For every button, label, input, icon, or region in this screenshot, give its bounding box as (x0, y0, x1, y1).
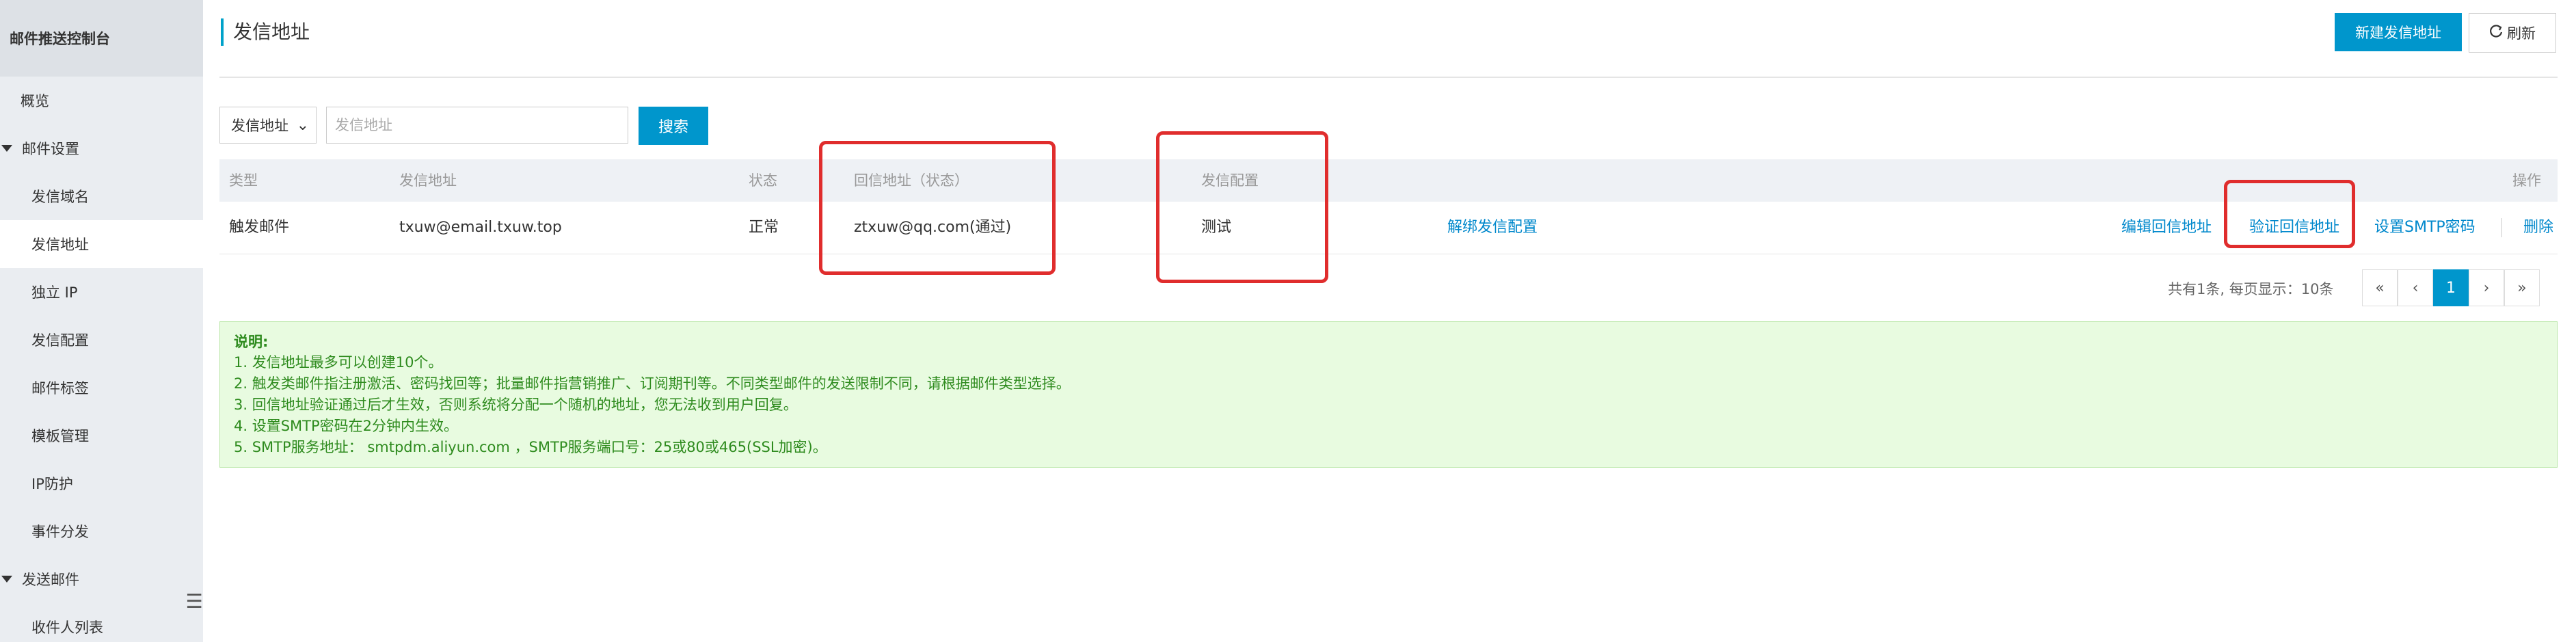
table-row: 触发邮件 txuw@email.txuw.top 正常 ztxuw@qq.com… (219, 202, 2558, 254)
search-field-select[interactable]: 发信地址 ⌄ (219, 107, 317, 144)
sidebar-item-label: 独立 IP (31, 284, 78, 301)
sidebar-group-send-mail[interactable]: 发送邮件 (0, 555, 203, 603)
sidebar-item-recipient-list[interactable]: 收件人列表 (0, 603, 203, 642)
console-title: 邮件推送控制台 (0, 0, 203, 77)
sidebar-item-templates[interactable]: 模板管理 (0, 412, 203, 459)
search-button[interactable]: 搜索 (639, 107, 708, 145)
notice-line: 5. SMTP服务地址： smtpdm.aliyun.com ，SMTP服务端口… (234, 439, 827, 455)
sidebar-item-label: 概览 (21, 93, 49, 109)
sidebar-item-dedicated-ip[interactable]: 独立 IP (0, 268, 203, 316)
sidebar-item-send-config[interactable]: 发信配置 (0, 316, 203, 364)
sidebar-item-label: 模板管理 (31, 428, 89, 444)
list-collapse-icon[interactable]: ☰ (185, 589, 203, 614)
caret-down-icon (1, 145, 12, 152)
column-status: 状态 (749, 172, 777, 189)
first-page-button[interactable]: « (2362, 269, 2398, 306)
page-title: 发信地址 (221, 18, 310, 46)
cell-type: 触发邮件 (229, 219, 290, 236)
column-actions: 操作 (2512, 172, 2541, 189)
edit-reply-address-link[interactable]: 编辑回信地址 (2121, 202, 2212, 254)
notice-box: 说明: 1. 发信地址最多可以创建10个。 2. 触发类邮件指注册激活、密码找回… (219, 321, 2558, 468)
set-smtp-password-link[interactable]: 设置SMTP密码 (2374, 202, 2476, 254)
page-1-button[interactable]: 1 (2433, 269, 2469, 306)
sidebar-item-label: IP防护 (31, 476, 73, 492)
annotation-box-reply-address (819, 141, 1056, 275)
notice-line: 3. 回信地址验证通过后才生效，否则系统将分配一个随机的地址，您无法收到用户回复… (234, 397, 798, 413)
header-divider (219, 77, 2558, 78)
unbind-config-link[interactable]: 解绑发信配置 (1447, 202, 1538, 254)
sidebar-item-label: 发信配置 (31, 332, 89, 349)
sidebar-item-label: 发送邮件 (22, 572, 79, 588)
sidebar-item-ip-protection[interactable]: IP防护 (0, 459, 203, 507)
search-input[interactable] (326, 107, 628, 144)
sidebar-item-sender-domain[interactable]: 发信域名 (0, 172, 203, 220)
new-sender-address-button[interactable]: 新建发信地址 (2335, 13, 2462, 51)
main-content: 发信地址 新建发信地址 刷新 发信地址 ⌄ 搜索 类型 发信地址 状态 回信地址… (203, 0, 2576, 642)
action-separator (2501, 218, 2502, 237)
sidebar-item-label: 邮件标签 (31, 380, 89, 397)
sidebar-item-label: 发信地址 (31, 237, 89, 253)
refresh-button[interactable]: 刷新 (2469, 13, 2556, 53)
sidebar-item-label: 事件分发 (31, 524, 89, 540)
prev-page-button[interactable]: ‹ (2398, 269, 2433, 306)
refresh-icon (2489, 24, 2503, 42)
chevron-down-icon: ⌄ (296, 117, 309, 134)
table-header: 类型 发信地址 状态 回信地址（状态） 发信配置 操作 (219, 159, 2558, 202)
caret-down-icon (1, 576, 12, 583)
delete-link[interactable]: 删除 (2523, 202, 2553, 254)
sidebar-item-sender-address[interactable]: 发信地址 (0, 220, 203, 268)
notice-title: 说明: (234, 334, 269, 350)
column-type: 类型 (229, 172, 258, 189)
notice-line: 2. 触发类邮件指注册激活、密码找回等；批量邮件指营销推广、订阅期刊等。不同类型… (234, 375, 1071, 392)
last-page-button[interactable]: » (2504, 269, 2540, 306)
annotation-box-send-config (1156, 131, 1328, 283)
notice-line: 1. 发信地址最多可以创建10个。 (234, 354, 443, 371)
column-address: 发信地址 (399, 172, 457, 189)
sidebar-item-overview[interactable]: 概览 (0, 77, 203, 124)
next-page-button[interactable]: › (2469, 269, 2504, 306)
cell-status: 正常 (749, 219, 779, 236)
sidebar: 邮件推送控制台 概览 邮件设置 发信域名 发信地址 独立 IP 发信配置 邮件标… (0, 0, 203, 642)
sidebar-item-mail-tags[interactable]: 邮件标签 (0, 364, 203, 412)
sidebar-item-event-dispatch[interactable]: 事件分发 (0, 507, 203, 555)
sidebar-group-mail-settings[interactable]: 邮件设置 (0, 124, 203, 172)
refresh-label: 刷新 (2507, 25, 2536, 42)
sidebar-item-label: 邮件设置 (22, 141, 79, 157)
notice-line: 4. 设置SMTP密码在2分钟内生效。 (234, 418, 459, 434)
sidebar-item-label: 收件人列表 (31, 619, 103, 636)
sidebar-item-label: 发信域名 (31, 189, 89, 205)
cell-address: txuw@email.txuw.top (399, 219, 562, 236)
select-value: 发信地址 (231, 118, 289, 134)
pagination-info: 共有1条, 每页显示：10条 (2168, 281, 2334, 297)
annotation-box-verify-link (2224, 180, 2355, 248)
